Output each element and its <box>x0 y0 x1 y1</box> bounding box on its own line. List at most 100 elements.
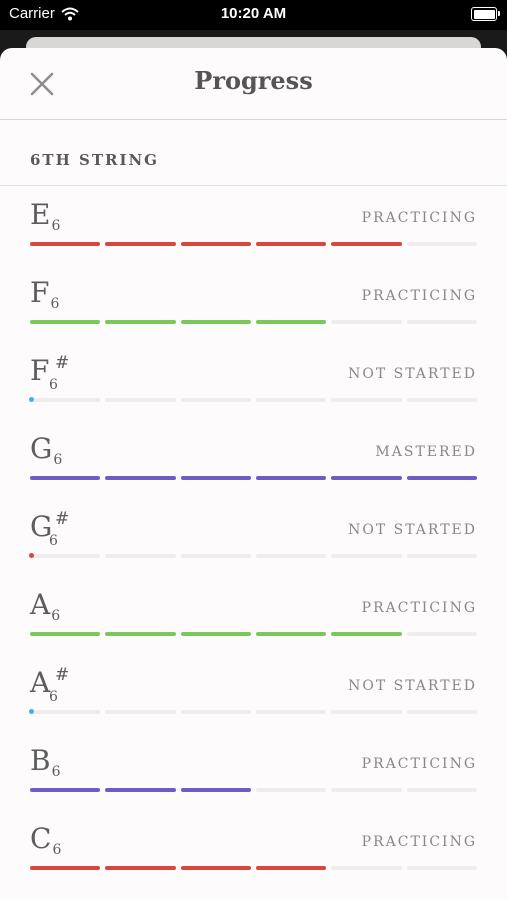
progress-segment <box>105 476 176 480</box>
progress-segment <box>331 320 402 324</box>
progress-segment <box>180 632 251 636</box>
note-row[interactable]: G #6 NOT STARTED <box>0 498 507 576</box>
clock: 10:20 AM <box>220 5 287 22</box>
octave-number: 6 <box>52 842 62 858</box>
note-row[interactable]: G6 MASTERED <box>0 420 507 498</box>
progress-segment <box>30 632 101 636</box>
progress-segment <box>180 242 251 246</box>
progress-segment <box>331 398 402 402</box>
progress-segment <box>30 866 101 870</box>
note-letter: E <box>30 198 51 231</box>
progress-bars <box>29 709 477 715</box>
status-label: NOT STARTED <box>348 366 477 382</box>
note-letter: F <box>30 276 50 309</box>
progress-segment <box>105 398 176 402</box>
note-letter: G <box>30 432 53 465</box>
octave-number: 6 <box>51 764 61 780</box>
note-letter: B <box>30 744 51 777</box>
progress-bars <box>30 632 477 637</box>
progress-segment <box>331 632 402 636</box>
progress-segment <box>105 788 176 792</box>
progress-segment <box>406 242 477 246</box>
status-label: NOT STARTED <box>348 678 477 694</box>
progress-segment <box>331 554 402 558</box>
octave-number: 6 <box>50 296 60 312</box>
progress-segment <box>180 788 251 792</box>
progress-segment <box>30 242 101 246</box>
note-name: F #6 <box>30 353 69 393</box>
progress-segment <box>255 632 327 636</box>
note-row[interactable]: F #6 NOT STARTED <box>0 342 507 420</box>
note-name: G #6 <box>30 509 69 549</box>
progress-bars <box>30 320 477 325</box>
progress-sheet: Progress 6TH STRING E6 PRACTICING F6 PRACTI… <box>0 48 507 900</box>
progress-segment <box>255 710 327 714</box>
note-letter: F <box>30 354 50 387</box>
progress-segment <box>406 632 477 636</box>
start-dot <box>29 397 34 402</box>
note-list: E6 PRACTICING F6 PRACTICING F #6 NOT STARTED G6… <box>0 186 507 888</box>
progress-segment <box>30 320 101 324</box>
progress-bars <box>30 866 477 871</box>
progress-segment <box>255 554 327 558</box>
note-row[interactable]: B6 PRACTICING <box>0 732 507 810</box>
progress-segment <box>105 632 176 636</box>
octave-number: 6 <box>49 689 58 705</box>
progress-bars <box>30 476 477 481</box>
note-row[interactable]: E6 PRACTICING <box>0 186 507 264</box>
progress-segment <box>406 710 477 714</box>
progress-segment <box>331 710 402 714</box>
progress-segment <box>255 398 327 402</box>
progress-segment <box>105 554 176 558</box>
progress-segment <box>105 710 176 714</box>
status-label: PRACTICING <box>361 210 477 226</box>
progress-segment <box>105 320 176 324</box>
nav-bar: Progress <box>0 48 507 120</box>
progress-segment <box>255 320 327 324</box>
progress-segment <box>255 476 327 480</box>
octave-number: 6 <box>51 218 61 234</box>
progress-segment <box>406 554 477 558</box>
status-label: PRACTICING <box>361 288 477 304</box>
note-name: F6 <box>30 276 60 313</box>
octave-number: 6 <box>49 377 58 393</box>
octave-number: 6 <box>49 533 58 549</box>
note-name: G6 <box>30 432 63 469</box>
progress-segment <box>406 476 477 480</box>
status-bar: Carrier 10:20 AM <box>0 0 507 30</box>
status-label: PRACTICING <box>361 756 477 772</box>
note-name: B6 <box>30 744 61 781</box>
progress-segment <box>180 554 251 558</box>
progress-segment <box>255 866 327 870</box>
progress-segment <box>180 866 251 870</box>
note-letter: C <box>30 822 52 855</box>
progress-segment <box>105 866 176 870</box>
note-name: C6 <box>30 822 62 859</box>
progress-segment <box>180 476 251 480</box>
note-row[interactable]: A #6 NOT STARTED <box>0 654 507 732</box>
start-dot <box>29 553 34 558</box>
progress-segment <box>180 398 251 402</box>
status-label: MASTERED <box>375 444 477 460</box>
note-row[interactable]: A6 PRACTICING <box>0 576 507 654</box>
progress-segment <box>406 398 477 402</box>
progress-segment <box>29 709 101 714</box>
note-row[interactable]: C6 PRACTICING <box>0 810 507 888</box>
progress-segment <box>255 242 327 246</box>
progress-segment <box>30 788 101 792</box>
octave-number: 6 <box>53 452 63 468</box>
note-letter: A <box>30 666 51 699</box>
note-row[interactable]: F6 PRACTICING <box>0 264 507 342</box>
progress-segment <box>180 320 251 324</box>
progress-bars <box>29 553 477 559</box>
progress-bars <box>29 397 477 403</box>
progress-segment <box>105 242 176 246</box>
progress-bars <box>30 242 477 247</box>
note-name: A #6 <box>30 665 69 705</box>
note-name: E6 <box>30 198 61 235</box>
progress-segment <box>331 866 402 870</box>
progress-segment <box>406 866 477 870</box>
progress-segment <box>406 788 477 792</box>
progress-segment <box>29 553 101 558</box>
start-dot <box>29 709 34 714</box>
